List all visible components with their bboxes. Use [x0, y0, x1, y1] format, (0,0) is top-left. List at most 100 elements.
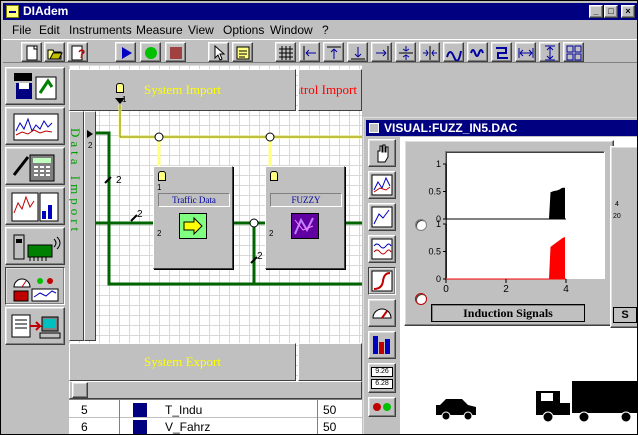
- svg-text:?: ?: [78, 47, 85, 61]
- report-tool[interactable]: [5, 187, 65, 225]
- digital-display-icon[interactable]: 9.26 6.28: [368, 363, 396, 393]
- visual-toolbar: 9.26 6.28: [366, 137, 398, 434]
- app-title: DIAdem: [23, 4, 69, 18]
- bar-meter-icon[interactable]: [368, 331, 396, 359]
- column-divider: [119, 400, 120, 434]
- xy-graph-icon[interactable]: [368, 203, 396, 231]
- center-vertical-icon[interactable]: [419, 42, 440, 62]
- hardware-tool[interactable]: [5, 227, 65, 265]
- car-icon: [436, 399, 476, 421]
- channel-type-icon: [133, 403, 147, 417]
- menu-measure[interactable]: Measure: [136, 23, 183, 37]
- tile-icon[interactable]: [563, 42, 584, 62]
- record-icon[interactable]: [140, 42, 161, 62]
- play-icon[interactable]: [115, 42, 136, 62]
- menu-instruments[interactable]: Instruments: [69, 23, 132, 37]
- import-lock-icon[interactable]: [116, 83, 124, 93]
- wire-channel-mark: 2: [257, 251, 263, 262]
- file-save-tool[interactable]: [5, 67, 65, 105]
- recorder-icon[interactable]: [368, 235, 396, 263]
- align-left-icon[interactable]: [299, 42, 320, 62]
- canvas-horizontal-scrollbar[interactable]: [69, 381, 362, 399]
- channel-table: 5 T_Indu 50 6 V_Fahrz 50: [69, 399, 362, 434]
- side-tick-label: 4: [615, 201, 619, 208]
- pointer-icon[interactable]: [208, 42, 229, 62]
- distribute-icon[interactable]: [443, 42, 464, 62]
- export-tool[interactable]: [5, 307, 65, 345]
- wave-icon[interactable]: [467, 42, 488, 62]
- truck-icon: [536, 381, 637, 423]
- align-top-icon[interactable]: [323, 42, 344, 62]
- graph-view-tool[interactable]: [5, 107, 65, 145]
- diadem-window: DIAdem _ □ × File Edit Instruments Measu…: [0, 0, 638, 435]
- table-row[interactable]: 6 V_Fahrz 50: [69, 419, 362, 434]
- second-chart-panel[interactable]: 4 20 S: [610, 146, 637, 328]
- open-folder-icon[interactable]: [44, 42, 65, 62]
- space-vertical-icon[interactable]: [539, 42, 560, 62]
- properties-icon[interactable]: [232, 42, 253, 62]
- help-document-icon[interactable]: ?: [67, 42, 88, 62]
- visual-tool[interactable]: [5, 267, 65, 305]
- center-horizontal-icon[interactable]: [395, 42, 416, 62]
- title-bar[interactable]: DIAdem _ □ ×: [3, 3, 637, 20]
- wire-channel-mark: 2: [116, 175, 122, 186]
- table-row[interactable]: 5 T_Indu 50: [69, 402, 362, 418]
- traffic-data-label: Traffic Data: [158, 193, 230, 207]
- hand-tool-icon[interactable]: [368, 139, 396, 167]
- fuzzy-symbol-icon: [291, 213, 319, 239]
- y-tick-label: 1: [436, 159, 441, 169]
- menu-edit[interactable]: Edit: [39, 23, 60, 37]
- lamp-indicator-icon[interactable]: [368, 397, 396, 417]
- calculator-tool[interactable]: [5, 147, 65, 185]
- import-port-arrow-icon: [115, 98, 125, 104]
- wire-channel-mark: 2: [137, 209, 143, 220]
- series-area: [446, 237, 565, 280]
- side-caption: S: [613, 307, 637, 323]
- y-tick-label: 1: [436, 219, 441, 229]
- close-button[interactable]: ×: [621, 5, 635, 18]
- block-diagram-canvas[interactable]: System Import Control Import Data Import…: [69, 65, 362, 399]
- traffic-data-block[interactable]: 1 Traffic Data 2: [153, 166, 233, 269]
- induction-chart-panel[interactable]: 0 0.5 1 0 0.5 1 0 2 4 Induction Signals: [404, 140, 614, 326]
- scrollbar-thumb[interactable]: [72, 382, 88, 398]
- gauge-icon[interactable]: [368, 299, 396, 327]
- y-tick-label: 0.5: [428, 187, 441, 197]
- visual-window[interactable]: VISUAL:FUZZ_IN5.DAC 9.26 6.28 0 0.5 1 0 0.5 1…: [363, 117, 637, 434]
- line-graph-icon[interactable]: [368, 171, 396, 199]
- menu-help[interactable]: ?: [322, 23, 329, 37]
- channel-name: V_Fahrz: [165, 420, 211, 434]
- minimize-button[interactable]: _: [589, 5, 603, 18]
- menu-view[interactable]: View: [188, 23, 214, 37]
- channel-value: 50: [323, 420, 337, 434]
- route-icon[interactable]: [491, 42, 512, 62]
- maximize-button[interactable]: □: [604, 5, 618, 18]
- visual-window-icon[interactable]: [369, 123, 379, 133]
- data-port-arrow-icon: [87, 130, 93, 138]
- new-document-icon[interactable]: [21, 42, 42, 62]
- column-divider: [317, 400, 318, 434]
- block-port-mark: 1: [157, 183, 162, 192]
- menu-window[interactable]: Window: [270, 23, 313, 37]
- toolbar: ?: [3, 39, 637, 63]
- stop-icon[interactable]: [165, 42, 186, 62]
- menu-file[interactable]: File: [12, 23, 31, 37]
- space-horizontal-icon[interactable]: [515, 42, 536, 62]
- align-bottom-icon[interactable]: [347, 42, 368, 62]
- fuzzy-block[interactable]: FUZZY 2: [265, 166, 345, 269]
- channel-value: 50: [323, 403, 337, 417]
- align-right-icon[interactable]: [371, 42, 392, 62]
- grid-icon[interactable]: [275, 42, 296, 62]
- channel-name: T_Indu: [165, 403, 203, 417]
- readout-1: 9.26: [371, 367, 393, 377]
- chart-caption: Induction Signals: [431, 304, 585, 322]
- visual-title-bar[interactable]: VISUAL:FUZZ_IN5.DAC: [366, 120, 637, 136]
- y-tick-label: 0: [436, 274, 441, 284]
- menu-options[interactable]: Options: [223, 23, 264, 37]
- x-tick-label: 0: [443, 284, 449, 295]
- induction-chart: 00.5100.510 2 4: [428, 159, 569, 295]
- block-input-mark: 2: [269, 229, 274, 238]
- menu-bar: File Edit Instruments Measure View Optio…: [3, 21, 637, 39]
- curve-icon[interactable]: [368, 267, 396, 295]
- diadem-app-icon[interactable]: [6, 5, 19, 18]
- lock-icon: [270, 171, 278, 181]
